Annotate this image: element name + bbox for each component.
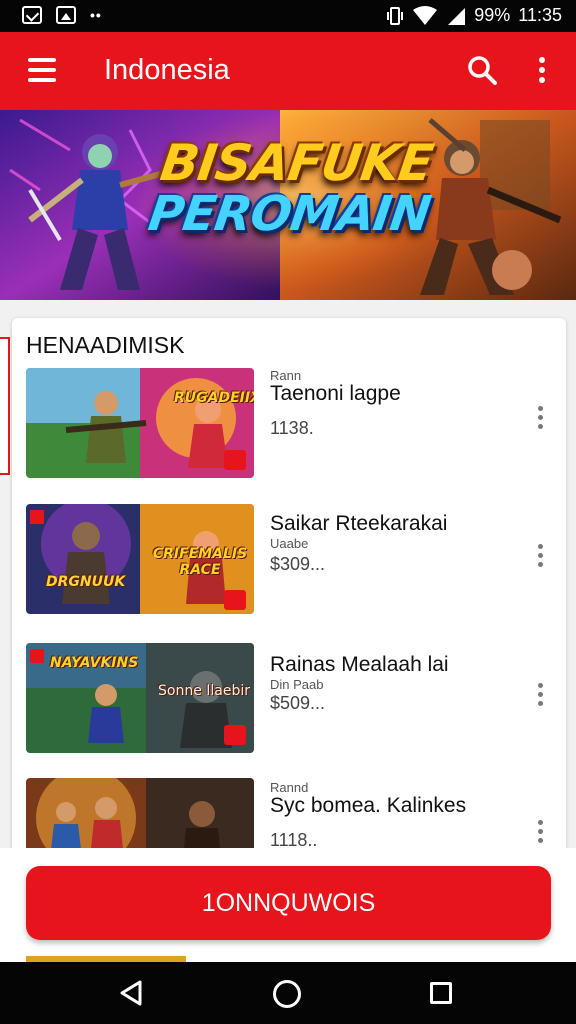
- item-price: 1138.: [270, 418, 314, 438]
- banner-line-2: PEROMAIN: [145, 186, 434, 242]
- game-thumbnail: NAYAVKINS Sonne Ilaebir: [26, 643, 254, 753]
- item-more-icon[interactable]: [534, 683, 546, 711]
- list-item[interactable]: RUGADEIIX Rann Taenoni lagpe 1138.: [26, 368, 556, 478]
- list-item[interactable]: DRGNUUK CRIFEMALIS RACE Saikar Rteekarak…: [26, 504, 556, 614]
- thumbnail-caption-right: CRIFEMALIS RACE: [152, 546, 248, 578]
- selection-indicator: [0, 337, 10, 475]
- thumbnail-caption-left: NAYAVKINS: [50, 655, 139, 671]
- game-thumbnail: RUGADEIIX: [26, 368, 254, 478]
- dots-icon: ••: [90, 7, 102, 23]
- more-vert-icon[interactable]: [532, 54, 552, 86]
- item-more-icon[interactable]: [534, 820, 546, 848]
- item-name: Rainas Mealaah lai: [270, 653, 449, 676]
- app-title: Indonesia: [104, 54, 230, 86]
- thumbnail-caption-left: DRGNUUK: [46, 574, 126, 590]
- item-price: $509...: [270, 693, 326, 713]
- item-subtitle: Rannd: [270, 780, 309, 795]
- banner-line-1: BISAFUKE: [156, 134, 437, 192]
- promo-banner[interactable]: BISAFUKE PEROMAIN: [0, 110, 576, 300]
- item-subtitle: Din Paab: [270, 677, 324, 692]
- back-icon[interactable]: [118, 980, 144, 1006]
- recents-icon[interactable]: [430, 982, 452, 1004]
- system-nav-bar: [0, 962, 576, 1024]
- search-icon[interactable]: [466, 54, 498, 86]
- thumbnail-art: [26, 368, 254, 478]
- game-thumbnail: DRGNUUK CRIFEMALIS RACE: [26, 504, 254, 614]
- section-title: HENAADIMISK: [26, 332, 185, 358]
- item-more-icon[interactable]: [534, 406, 546, 434]
- status-time: 11:35: [518, 5, 562, 25]
- item-subtitle: Uaabe: [270, 536, 309, 551]
- menu-icon[interactable]: [28, 58, 56, 82]
- vibrate-icon: [387, 6, 404, 25]
- thumbnail-caption-right: RUGADEIIX: [174, 390, 254, 406]
- status-bar: •• 99% 11:35: [0, 0, 576, 32]
- banner-headline: BISAFUKE PEROMAIN: [120, 134, 465, 242]
- wifi-icon: [413, 5, 438, 25]
- message-icon: [22, 6, 42, 24]
- list-item[interactable]: NAYAVKINS Sonne Ilaebir Rainas Mealaah l…: [26, 643, 556, 753]
- image-icon: [56, 6, 76, 24]
- game-list-card: HENAADIMISK RUGADEIIX Rann Taenoni lagpe…: [12, 318, 566, 888]
- item-more-icon[interactable]: [534, 544, 546, 572]
- item-price: $309...: [270, 554, 326, 574]
- battery-text: 99%: [474, 5, 511, 25]
- app-bar: Indonesia: [0, 32, 576, 110]
- item-subtitle: Rann: [270, 368, 302, 383]
- thumbnail-caption-right: Sonne Ilaebir: [158, 683, 251, 699]
- primary-action-button[interactable]: 1ONNQUWOIS: [26, 866, 551, 940]
- item-name: Saikar Rteekarakai: [270, 512, 448, 535]
- home-icon[interactable]: [273, 980, 301, 1008]
- item-name: Syc bomea. Kalinkes: [270, 794, 467, 817]
- item-name: Taenoni lagpe: [270, 382, 401, 405]
- signal-icon: [448, 7, 466, 25]
